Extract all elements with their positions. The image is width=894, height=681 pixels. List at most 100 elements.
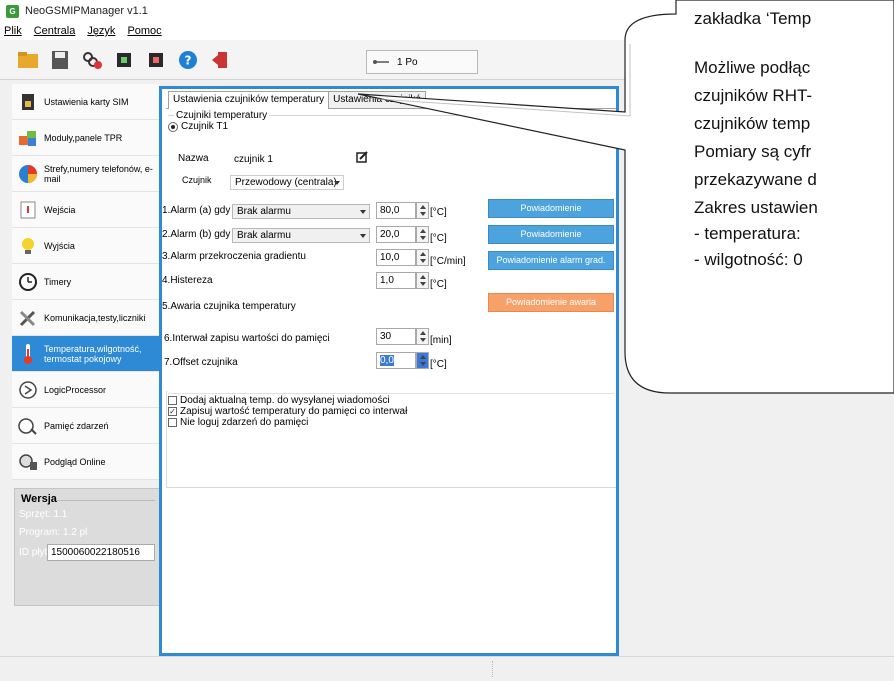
no-log-checkbox[interactable]: Nie loguj zdarzeń do pamięci [168, 417, 308, 428]
sensor-select-group: Czujniki temperatury Czujnik T1 Czujnik … [168, 110, 614, 143]
port-label: 1 Po [397, 56, 418, 68]
sidebar-item-online[interactable]: Podgląd Online [12, 444, 160, 480]
alarm-a-threshold[interactable]: 80,0 [376, 202, 429, 219]
sidebar-item-modules[interactable]: Moduły,panele TPR [12, 120, 160, 156]
notify-failure-button[interactable]: Powiadomienie awaria [488, 293, 614, 312]
menu-help[interactable]: Pomoc [127, 25, 161, 37]
sidebar-item-communication[interactable]: Komunikacja,testy,liczniki [12, 300, 160, 336]
exit-icon[interactable] [208, 48, 232, 72]
disconnect-icon[interactable] [80, 48, 104, 72]
sensor-type-dropdown[interactable]: Przewodowy (centrala) [230, 175, 344, 190]
no-log-label: Nie loguj zdarzeń do pamięci [180, 417, 309, 428]
sidebar-item-label: Ustawienia karty SIM [44, 96, 129, 107]
section-divider [168, 393, 614, 394]
port-selector[interactable]: 1 Po [366, 50, 478, 74]
pie-chart-icon [18, 164, 38, 184]
version-divider [57, 500, 155, 501]
sidebar-item-temperature[interactable]: Temperatura,wilgotność, termostat pokojo… [12, 336, 160, 372]
sidebar-item-inputs[interactable]: Wejścia [12, 192, 160, 228]
spin-arrows-icon[interactable] [416, 202, 429, 219]
tab-temperature-sensors[interactable]: Ustawienia czujników temperatury [168, 91, 330, 109]
board-id-field[interactable]: 1500060022180516 [47, 544, 155, 561]
gradient-unit: [°C/min] [430, 256, 466, 267]
sidebar-item-label: Wyjścia [44, 240, 75, 251]
hysteresis-input[interactable]: 1,0 [376, 272, 429, 289]
sidebar-item-timers[interactable]: Timery [12, 264, 160, 300]
window-title: NeoGSMIPManager v1.1 [25, 5, 148, 17]
callout-line-4: czujników temp [694, 114, 811, 133]
callout-line-6: przekazywane d [694, 170, 817, 189]
sidebar-item-label: Podgląd Online [44, 456, 106, 467]
sensor-t2-radio[interactable]: Czujnik T2 [532, 121, 592, 132]
save-interval-checkbox[interactable]: ✓ Zapisuj wartość temperatury do pamięci … [168, 406, 407, 417]
event-memory-icon [18, 416, 38, 436]
spin-arrows-icon[interactable] [416, 249, 429, 266]
status-bar [0, 656, 894, 681]
sensor-t1-label: Czujnik T1 [181, 121, 229, 132]
sidebar-item-label: Moduły,panele TPR [44, 132, 123, 143]
alarm-b-dropdown[interactable]: Brak alarmu [232, 228, 370, 243]
notify-a-button[interactable]: Powiadomienie [488, 199, 614, 218]
logic-icon [18, 380, 38, 400]
menu-panel[interactable]: Centrala [34, 25, 76, 37]
offset-label: 7.Offset czujnika [164, 357, 238, 368]
callout-line-7: Zakres ustawien [694, 198, 818, 217]
add-temp-checkbox[interactable]: Dodaj aktualną temp. do wysyłanej wiadom… [168, 395, 390, 406]
clock-icon [18, 272, 38, 292]
edit-icon[interactable] [356, 151, 368, 163]
spin-arrows-icon[interactable] [416, 328, 429, 345]
help-icon[interactable]: ? [176, 48, 200, 72]
callout-line-9: - wilgotność: 0 [694, 250, 803, 269]
spin-arrows-icon[interactable] [416, 352, 429, 369]
status-separator [492, 661, 493, 677]
open-folder-icon[interactable] [16, 48, 40, 72]
interval-label: 6.Interwał zapisu wartości do pamięci [164, 333, 330, 344]
notify-gradient-button[interactable]: Powiadomienie alarm grad. [488, 251, 614, 270]
sidebar-item-outputs[interactable]: Wyjścia [12, 228, 160, 264]
radio-selected [168, 121, 178, 132]
chip-write-icon[interactable] [144, 48, 168, 72]
offset-input[interactable]: 0,0 [376, 352, 429, 369]
sidebar-item-label: LogicProcessor [44, 384, 107, 395]
menu-language[interactable]: Język [87, 25, 115, 37]
callout-line-1: zakładka ‘Temp [694, 9, 812, 28]
chip-read-icon[interactable] [112, 48, 136, 72]
gradient-threshold[interactable]: 10,0 [376, 249, 429, 266]
sidebar-item-label: Timery [44, 276, 72, 287]
alarm-a-value: Brak alarmu [237, 206, 291, 217]
save-icon[interactable] [48, 48, 72, 72]
sensor-t2-label: Czujnik T2 [545, 121, 593, 132]
add-temp-label: Dodaj aktualną temp. do wysyłanej wiadom… [180, 395, 390, 406]
sidebar-item-sim[interactable]: Ustawienia karty SIM [12, 84, 160, 120]
modules-icon [18, 128, 38, 148]
hysteresis-unit: [°C] [430, 279, 447, 290]
hysteresis-value: 1,0 [380, 275, 394, 286]
name-value[interactable]: czujnik 1 [234, 154, 273, 165]
group-frame-left [166, 391, 167, 487]
sidebar-item-logic[interactable]: LogicProcessor [12, 372, 160, 408]
save-interval-label: Zapisuj wartość temperatury do pamięci c… [180, 406, 408, 417]
tab-humidity-sensors[interactable]: Ustawienia czujnikó [328, 91, 426, 108]
notify-b-button[interactable]: Powiadomienie [488, 225, 614, 244]
menu-file[interactable]: Plik [4, 25, 22, 37]
sidebar-item-zones[interactable]: Strefy,numery telefonów, e-mail [12, 156, 160, 192]
spin-arrows-icon[interactable] [416, 226, 429, 243]
svg-text:?: ? [185, 53, 192, 67]
version-panel: Wersja Sprzęt: 1.1 Program: 1.2 pl ID pł… [14, 488, 160, 606]
alarm-a-dropdown[interactable]: Brak alarmu [232, 204, 370, 219]
sensor-failure-label: 5.Awaria czujnika temperatury [162, 301, 296, 312]
sidebar-item-label: Temperatura,wilgotność, termostat pokojo… [44, 343, 142, 364]
sidebar: Ustawienia karty SIM Moduły,panele TPR S… [12, 84, 160, 654]
spin-arrows-icon[interactable] [416, 272, 429, 289]
sidebar-item-events[interactable]: Pamięć zdarzeń [12, 408, 160, 444]
options-checkbox-group: Dodaj aktualną temp. do wysyłanej wiadom… [168, 395, 614, 431]
alarm-a-threshold-value: 80,0 [380, 205, 400, 216]
sensor-t1-radio[interactable]: Czujnik T1 [168, 121, 228, 132]
interval-input[interactable]: 30 [376, 328, 429, 345]
offset-unit: [°C] [430, 359, 447, 370]
gradient-label: 3.Alarm przekroczenia gradientu [162, 251, 306, 262]
interval-value: 30 [380, 331, 392, 342]
usb-icon [373, 60, 389, 64]
checkbox-unchecked [168, 418, 177, 427]
alarm-b-threshold[interactable]: 20,0 [376, 226, 429, 243]
